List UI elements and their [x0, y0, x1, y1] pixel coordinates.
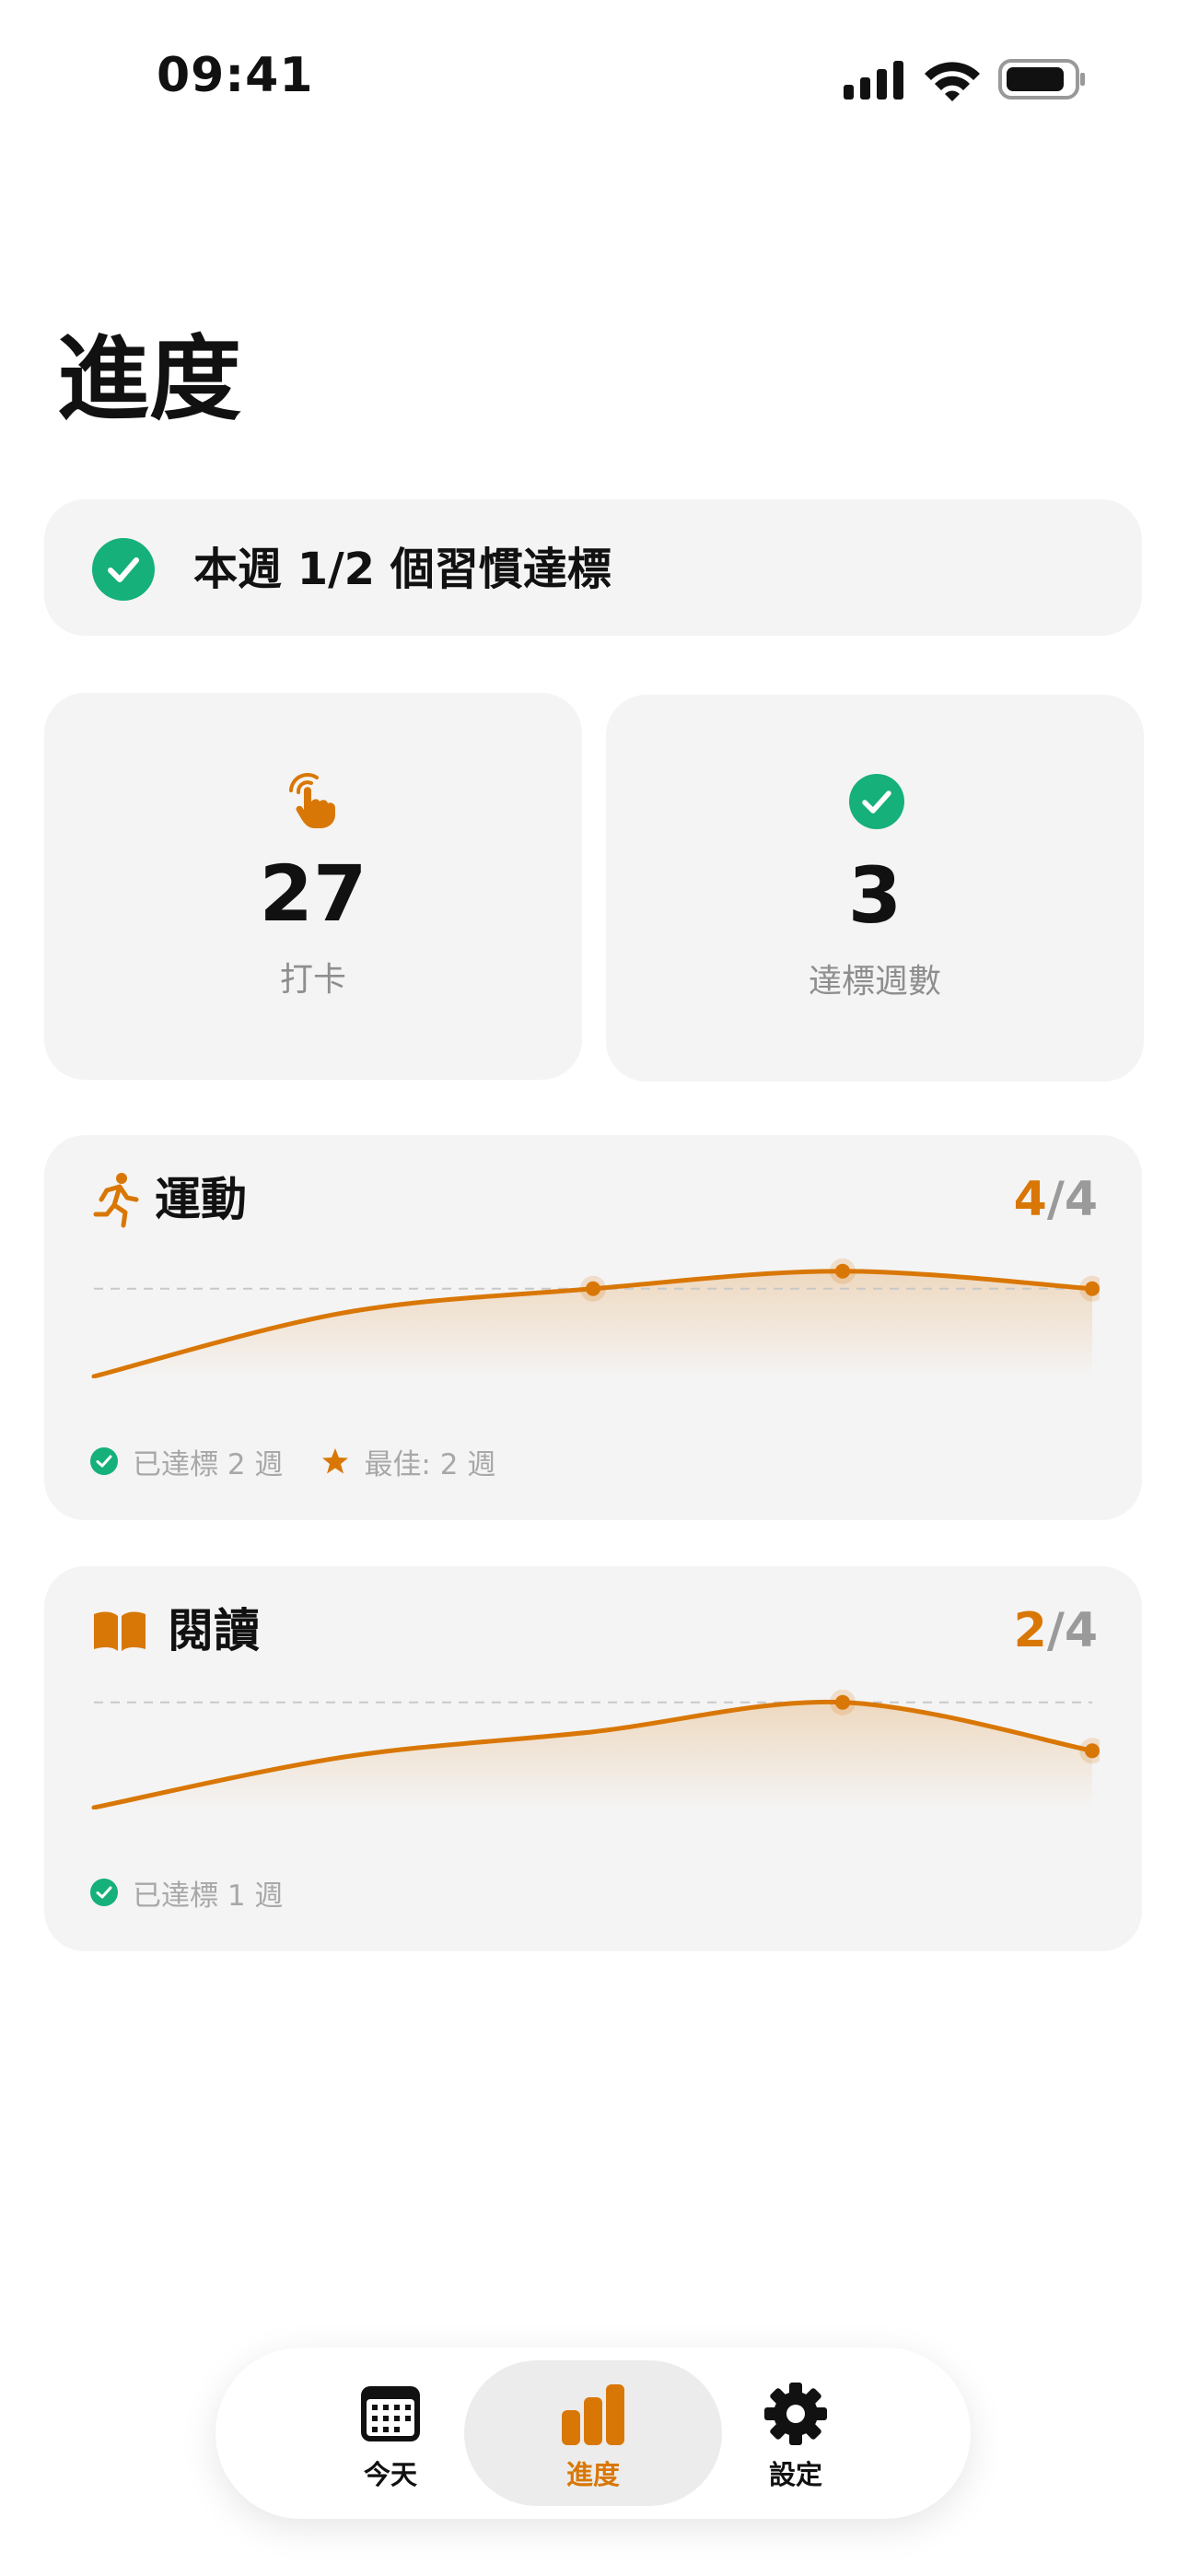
- chart-point: [835, 1263, 850, 1279]
- cellular-signal-icon: [844, 61, 903, 100]
- best-streak-text: 最佳: 2 週: [364, 1447, 496, 1481]
- achieved-weeks-text: 已達標 1 週: [133, 1879, 284, 1913]
- habit-trend-chart: [91, 1259, 1100, 1378]
- chart-point: [586, 1281, 600, 1296]
- habit-card-exercise[interactable]: 運動 4/4 已達標 2 週 最佳: 2 週: [44, 1135, 1142, 1520]
- check-circle-icon: [90, 1447, 118, 1475]
- habit-progress-count: 2/4: [1014, 1601, 1098, 1660]
- habit-card-reading[interactable]: 閱讀 2/4 已達標 1 週: [44, 1566, 1142, 1951]
- stat-value: 3: [847, 850, 903, 941]
- battery-icon: [998, 59, 1085, 100]
- chart-point: [1085, 1281, 1100, 1296]
- habit-footer: 已達標 2 週 最佳: 2 週: [90, 1439, 495, 1483]
- stat-label: 達標週數: [808, 963, 941, 1001]
- habit-title: 運動: [155, 1173, 247, 1226]
- gear-icon: [764, 2383, 827, 2445]
- chart-point: [835, 1694, 850, 1710]
- bottom-tab-bar: 今天 進度 設定: [215, 2348, 971, 2519]
- stat-value: 27: [259, 849, 367, 939]
- bar-chart-icon: [562, 2384, 624, 2445]
- star-icon: [322, 1448, 349, 1474]
- check-circle-icon: [849, 774, 904, 829]
- habit-trend-chart: [91, 1690, 1100, 1809]
- chart-point: [1085, 1743, 1100, 1759]
- tap-hand-icon: [289, 772, 335, 828]
- achieved-weeks-text: 已達標 2 週: [133, 1447, 284, 1481]
- count-separator: /: [1046, 1172, 1065, 1227]
- status-bar: 09:41: [0, 0, 1188, 157]
- habit-title: 閱讀: [168, 1604, 260, 1657]
- habit-footer: 已達標 1 週: [90, 1870, 283, 1914]
- calendar-icon: [361, 2386, 420, 2441]
- tab-settings[interactable]: 設定: [667, 2360, 925, 2506]
- tab-label: 設定: [768, 2459, 822, 2490]
- stat-label: 打卡: [279, 961, 346, 999]
- wifi-icon: [925, 62, 980, 101]
- stat-card-checkins: 27 打卡: [44, 693, 582, 1080]
- count-done: 2: [1013, 1603, 1047, 1658]
- check-circle-icon: [90, 1879, 118, 1906]
- check-circle-icon: [92, 538, 155, 601]
- status-icons: [844, 59, 1085, 101]
- weekly-summary-text: 本週 1/2 個習慣達標: [193, 544, 611, 595]
- count-total: 4: [1064, 1172, 1098, 1227]
- habit-progress-count: 4/4: [1014, 1170, 1098, 1229]
- stat-card-weeks-achieved: 3 達標週數: [606, 695, 1144, 1082]
- running-icon: [93, 1173, 139, 1228]
- page-title: 進度: [57, 325, 241, 433]
- book-icon: [94, 1611, 146, 1651]
- count-total: 4: [1064, 1603, 1098, 1658]
- status-time: 09:41: [157, 48, 314, 103]
- count-done: 4: [1013, 1172, 1047, 1227]
- count-separator: /: [1046, 1603, 1065, 1658]
